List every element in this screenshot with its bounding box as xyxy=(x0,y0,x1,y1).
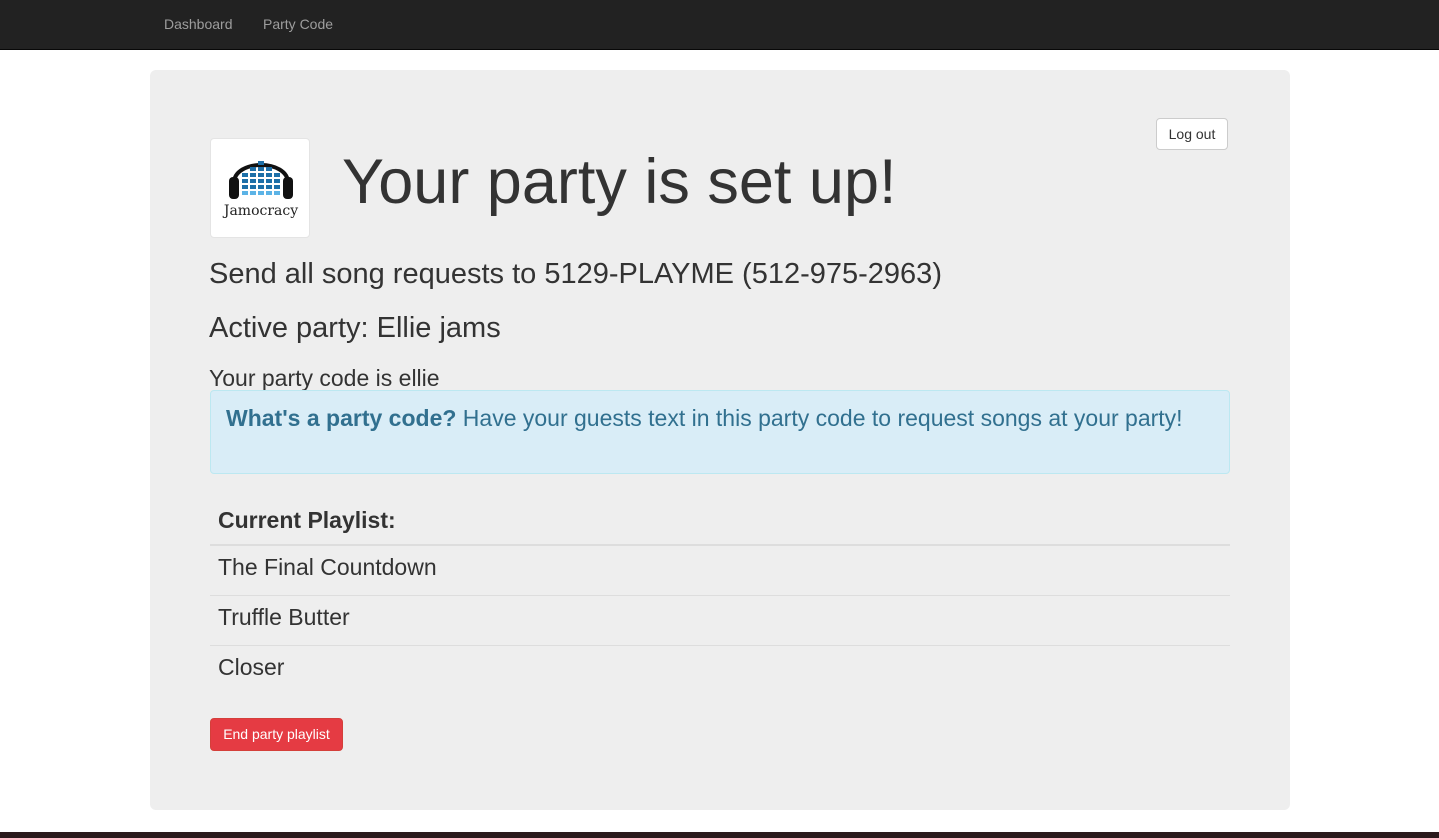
nav-dashboard-link[interactable]: Dashboard xyxy=(164,0,233,49)
logo-text: Jamocracy xyxy=(223,203,299,219)
playlist-song: Closer xyxy=(210,645,1230,695)
window-bottom-edge xyxy=(0,832,1439,838)
playlist-header: Current Playlist: xyxy=(210,499,1230,545)
jamocracy-logo: Jamocracy xyxy=(210,138,310,238)
logout-button[interactable]: Log out xyxy=(1156,118,1228,150)
active-party-name: Active party: Ellie jams xyxy=(209,312,501,344)
headphones-equalizer-icon xyxy=(229,161,293,199)
song-request-number: Send all song requests to 5129-PLAYME (5… xyxy=(209,258,942,290)
current-playlist-table: Current Playlist: The Final Countdown Tr… xyxy=(210,499,1230,695)
top-navbar: Dashboard Party Code xyxy=(0,0,1439,50)
party-code-text: Your party code is ellie xyxy=(209,365,440,391)
playlist-song: The Final Countdown xyxy=(210,545,1230,595)
party-panel: Log out Jamocracy Your party is set up! … xyxy=(150,70,1290,810)
end-party-playlist-button[interactable]: End party playlist xyxy=(210,718,343,751)
nav-party-code-link[interactable]: Party Code xyxy=(263,0,333,49)
playlist-song: Truffle Butter xyxy=(210,595,1230,645)
page-title: Your party is set up! xyxy=(342,147,897,217)
info-question: What's a party code? xyxy=(226,405,457,431)
party-code-info-alert: What's a party code? Have your guests te… xyxy=(210,390,1230,474)
info-answer: Have your guests text in this party code… xyxy=(456,405,1183,431)
